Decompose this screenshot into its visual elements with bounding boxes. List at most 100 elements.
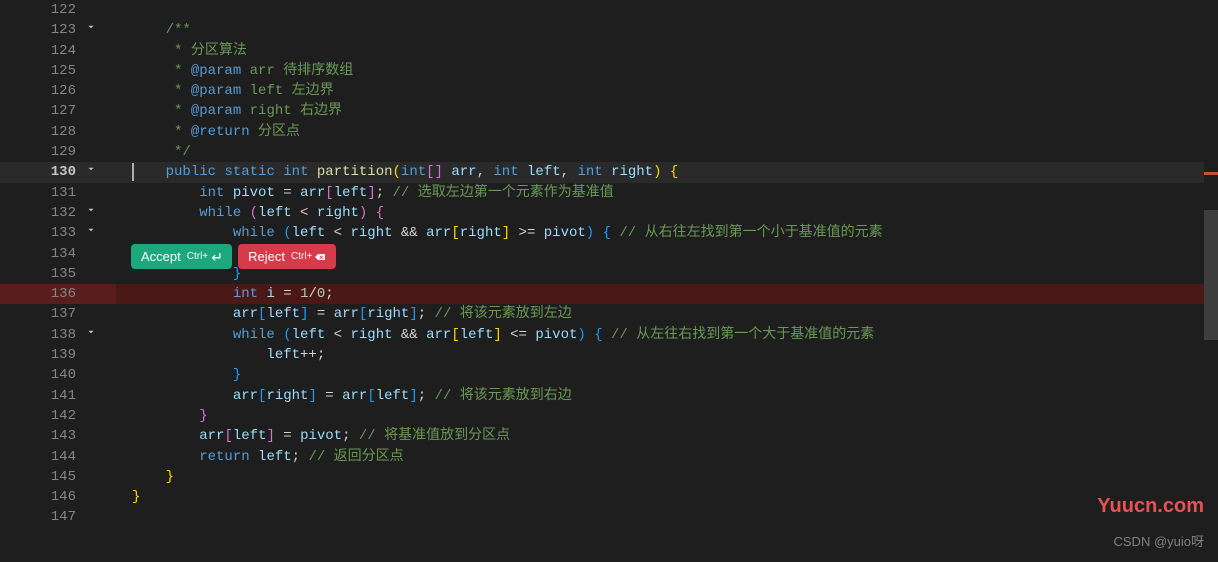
code-line[interactable]: * @return 分区点 (116, 122, 300, 142)
comment: // 将基准值放到分区点 (359, 428, 510, 444)
code-line[interactable]: } (116, 406, 208, 426)
fold-gutter (84, 487, 116, 507)
code-line-removed[interactable]: int i = 1/0; (116, 284, 334, 304)
fold-gutter (84, 426, 116, 446)
code-line[interactable]: left++; (116, 345, 325, 365)
keyword: while (233, 327, 275, 343)
code-line[interactable]: */ (116, 142, 191, 162)
brace: } (166, 469, 174, 485)
variable: left (334, 185, 368, 201)
code-line[interactable]: public static int partition(int[] arr, i… (116, 162, 678, 182)
fold-gutter (84, 81, 116, 101)
fold-icon[interactable] (84, 162, 116, 182)
code-line[interactable]: * 分区算法 (116, 41, 247, 61)
operator: <= (502, 327, 536, 343)
code-line[interactable]: arr[left] = arr[right]; // 将该元素放到左边 (116, 304, 572, 324)
fold-gutter (84, 284, 116, 304)
variable: pivot (300, 428, 342, 444)
line-number: 134 (0, 244, 84, 264)
line-number: 145 (0, 467, 84, 487)
code-line[interactable] (116, 507, 132, 527)
scrollbar-thumb[interactable] (1204, 210, 1218, 340)
fold-gutter (84, 122, 116, 142)
fold-gutter (84, 447, 116, 467)
comment: left 左边界 (241, 83, 333, 99)
line-number: 128 (0, 122, 84, 142)
fold-gutter (84, 142, 116, 162)
backspace-icon (314, 251, 326, 263)
fold-gutter (84, 264, 116, 284)
variable: left (233, 428, 267, 444)
comment: // 返回分区点 (308, 449, 403, 465)
doc-tag: @return (191, 124, 250, 140)
type: int (577, 164, 602, 180)
reject-button[interactable]: Reject Ctrl+ (238, 244, 336, 269)
comment: /** (166, 22, 191, 38)
param: left (527, 164, 561, 180)
operator: ++; (300, 347, 325, 363)
vertical-scrollbar[interactable] (1204, 0, 1218, 562)
code-line[interactable]: } (116, 365, 241, 385)
accept-button[interactable]: Accept Ctrl+ (131, 244, 232, 269)
fold-gutter (84, 183, 116, 203)
line-number: 129 (0, 142, 84, 162)
variable: right (350, 225, 392, 241)
reject-shortcut: Ctrl+ (291, 251, 326, 263)
watermark-author: CSDN @yuio呀 (1114, 531, 1205, 550)
line-number: 136 (0, 284, 84, 304)
line-number: 137 (0, 304, 84, 324)
variable: right (460, 225, 502, 241)
variable: i (266, 286, 274, 302)
type: int (199, 185, 224, 201)
comment: * (166, 124, 191, 140)
comment: */ (166, 144, 191, 160)
code-line[interactable]: return left; // 返回分区点 (116, 447, 404, 467)
variable: arr (233, 306, 258, 322)
operator: < (292, 205, 317, 221)
type: int (233, 286, 258, 302)
line-number: 144 (0, 447, 84, 467)
code-line[interactable]: } (116, 467, 174, 487)
code-line[interactable]: * @param arr 待排序数组 (116, 61, 353, 81)
code-line[interactable]: while (left < right) { (116, 203, 384, 223)
line-number: 141 (0, 386, 84, 406)
comment: * (166, 103, 191, 119)
variable: left (460, 327, 494, 343)
error-marker[interactable] (1204, 172, 1218, 175)
variable: left (258, 205, 292, 221)
code-line[interactable]: } (116, 487, 140, 507)
operator: && (393, 225, 427, 241)
variable: right (317, 205, 359, 221)
fold-gutter (84, 507, 116, 527)
code-line[interactable]: while (left < right && arr[left] <= pivo… (116, 325, 874, 345)
type: int (493, 164, 518, 180)
fold-gutter (84, 244, 116, 264)
comment: // 选取左边第一个元素作为基准值 (393, 185, 614, 201)
code-line[interactable]: * @param right 右边界 (116, 101, 342, 121)
punct: ; (325, 286, 333, 302)
fold-gutter (84, 0, 116, 20)
code-line[interactable]: int pivot = arr[left]; // 选取左边第一个元素作为基准值 (116, 183, 614, 203)
operator: = (308, 306, 333, 322)
code-line[interactable] (116, 0, 132, 20)
variable: pivot (544, 225, 586, 241)
fold-icon[interactable] (84, 325, 116, 345)
comment: * (166, 63, 191, 79)
operator: && (393, 327, 427, 343)
param: right (611, 164, 653, 180)
accept-label: Accept (141, 249, 181, 264)
cursor (132, 163, 134, 181)
code-line[interactable]: arr[left] = pivot; // 将基准值放到分区点 (116, 426, 510, 446)
line-number: 143 (0, 426, 84, 446)
code-line[interactable]: while (left < right && arr[right] >= piv… (116, 223, 883, 243)
code-line[interactable]: * @param left 左边界 (116, 81, 334, 101)
fold-icon[interactable] (84, 20, 116, 40)
line-number: 130 (0, 162, 84, 182)
shortcut-text: Ctrl+ (187, 251, 208, 262)
fold-icon[interactable] (84, 203, 116, 223)
line-number: 125 (0, 61, 84, 81)
type: int (401, 164, 426, 180)
code-line[interactable]: arr[right] = arr[left]; // 将该元素放到右边 (116, 386, 572, 406)
code-line[interactable]: /** (116, 20, 191, 40)
fold-icon[interactable] (84, 223, 116, 243)
